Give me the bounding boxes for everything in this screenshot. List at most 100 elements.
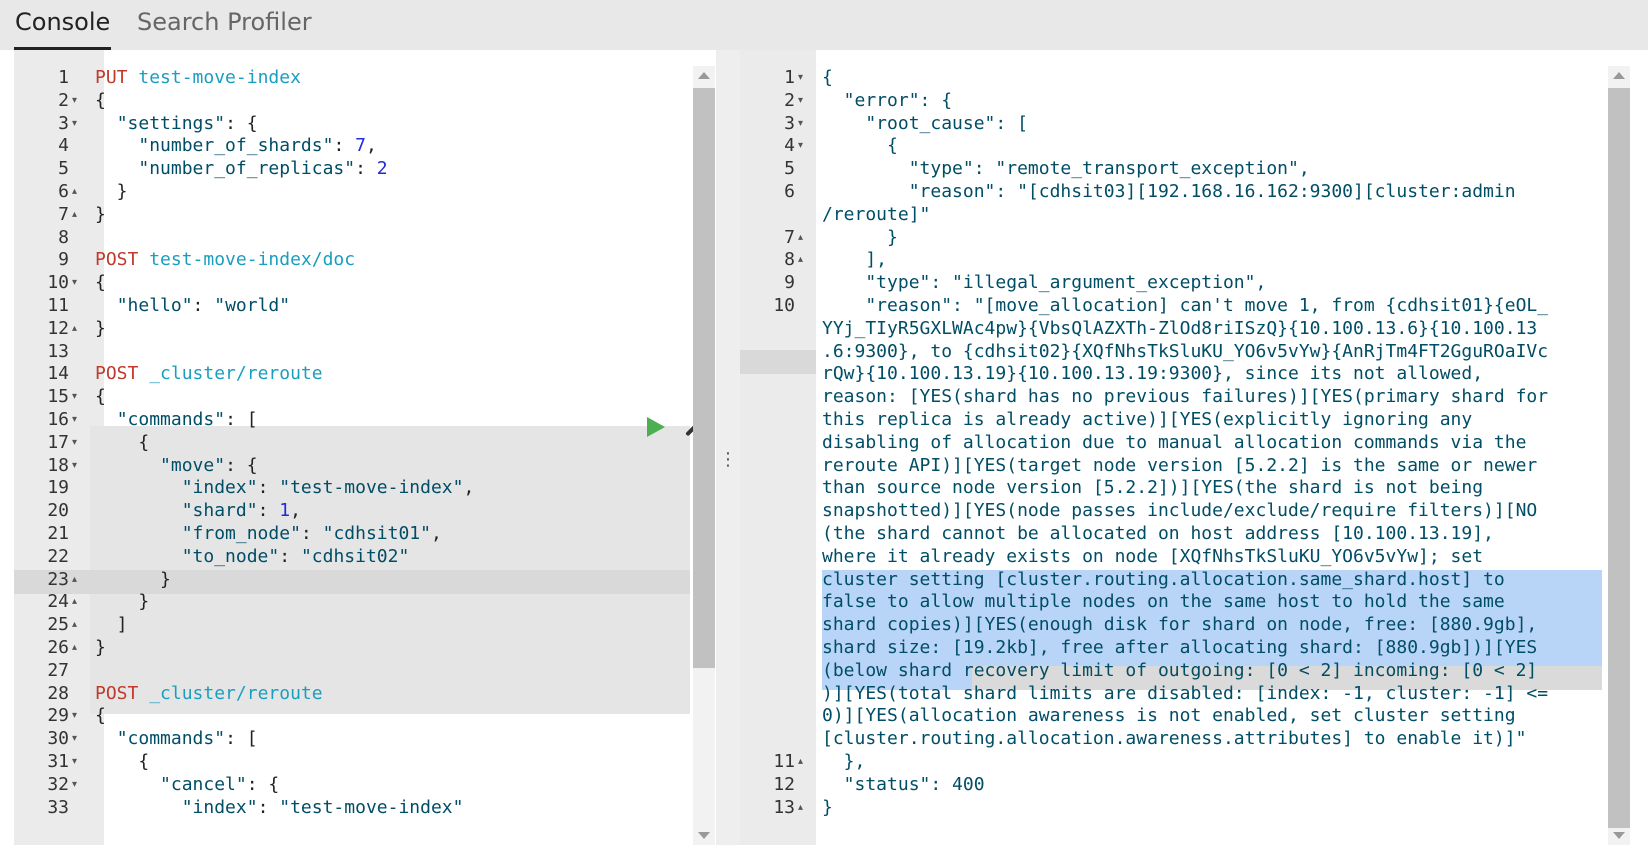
response-text: }	[822, 796, 833, 818]
fold-close-icon[interactable]: ▴	[72, 636, 77, 660]
fold-close-icon[interactable]: ▴	[72, 317, 77, 341]
code-line[interactable]: 17 ▾ {	[0, 431, 716, 455]
code-line[interactable]: 25 ▴ ]	[0, 613, 716, 637]
token-punct: :	[257, 500, 280, 522]
scroll-thumb[interactable]	[1608, 88, 1630, 828]
fold-open-icon[interactable]: ▾	[72, 89, 77, 113]
fold-close-icon[interactable]: ▴	[72, 180, 77, 204]
fold-close-icon[interactable]: ▴	[798, 796, 803, 820]
scroll-down-arrow-icon[interactable]	[1613, 832, 1625, 839]
code-line[interactable]: 20 "shard": 1,	[0, 499, 716, 523]
fold-open-icon[interactable]: ▾	[72, 271, 77, 295]
code-line[interactable]: 30 ▾ "commands": [	[0, 727, 716, 751]
fold-open-icon[interactable]: ▾	[72, 431, 77, 455]
fold-open-icon[interactable]: ▾	[72, 385, 77, 409]
token-punct: : [	[225, 728, 258, 750]
code-line[interactable]: 6 ▴ }	[0, 180, 716, 204]
code-line[interactable]: 2 ▾ {	[0, 89, 716, 113]
vertical-ellipsis-icon[interactable]: ⋮	[716, 450, 740, 470]
fold-close-icon[interactable]: ▴	[798, 226, 803, 250]
code-line[interactable]: 33 "index": "test-move-index"	[0, 796, 716, 820]
fold-open-icon[interactable]: ▾	[798, 134, 803, 158]
code-line[interactable]: 7 ▴}	[0, 203, 716, 227]
fold-open-icon[interactable]: ▾	[798, 112, 803, 136]
code-line[interactable]: 8	[0, 226, 716, 250]
response-text: [cluster.routing.allocation.awareness.at…	[822, 728, 1527, 750]
code-line[interactable]: 27	[0, 659, 716, 683]
scroll-up-arrow-icon[interactable]	[1613, 72, 1625, 79]
scroll-up-arrow-icon[interactable]	[698, 72, 710, 79]
code-text: "from_node": "cdhsit01",	[95, 522, 442, 546]
fold-close-icon[interactable]: ▴	[72, 590, 77, 614]
tab-console[interactable]: Console	[14, 0, 112, 50]
fold-open-icon[interactable]: ▾	[798, 66, 803, 90]
code-line[interactable]: 12 ▴}	[0, 317, 716, 341]
response-line: 3 ▾ "root_cause": [	[740, 112, 1648, 136]
code-line[interactable]: 15 ▾ {	[0, 385, 716, 409]
fold-open-icon[interactable]: ▾	[72, 408, 77, 432]
code-text: }	[95, 590, 149, 614]
code-line[interactable]: 1 PUT test-move-index	[0, 66, 716, 90]
request-editor[interactable]: 1 PUT test-move-index 2 ▾{3 ▾ "settings": {4…	[0, 50, 716, 845]
code-line[interactable]: 32 ▾ "cancel": {	[0, 773, 716, 797]
response-line: this replica is already active)][YES(exp…	[740, 408, 1648, 432]
play-icon[interactable]	[644, 416, 666, 438]
code-line[interactable]: 29 ▾ {	[0, 704, 716, 728]
code-line[interactable]: 21 "from_node": "cdhsit01",	[0, 522, 716, 546]
fold-close-icon[interactable]: ▴	[72, 613, 77, 637]
response-line: 10 "reason": "[move_allocation] can't mo…	[740, 294, 1648, 318]
code-text: }	[95, 203, 106, 227]
fold-open-icon[interactable]: ▾	[72, 773, 77, 797]
fold-close-icon[interactable]: ▴	[798, 750, 803, 774]
request-scrollbar[interactable]	[693, 66, 715, 845]
code-text: POST test-move-index/doc	[95, 248, 355, 272]
fold-open-icon[interactable]: ▾	[72, 727, 77, 751]
code-text: POST _cluster/reroute	[95, 362, 323, 386]
token-punct	[95, 546, 182, 567]
code-line[interactable]: 11 "hello": "world"	[0, 294, 716, 318]
fold-open-icon[interactable]: ▾	[72, 750, 77, 774]
fold-close-icon[interactable]: ▴	[72, 568, 77, 592]
line-number: 12	[773, 773, 795, 795]
response-line: 6 "reason": "[cdhsit03][192.168.16.162:9…	[740, 180, 1648, 204]
code-line[interactable]: 14 POST _cluster/reroute	[0, 362, 716, 386]
code-line[interactable]: 19 "index": "test-move-index",	[0, 476, 716, 500]
token-punct: }	[95, 591, 150, 613]
token-punct	[95, 728, 117, 749]
code-line[interactable]: 26 ▴}	[0, 636, 716, 660]
code-text: POST _cluster/reroute	[95, 682, 323, 706]
code-text: "hello": "world"	[95, 294, 290, 318]
code-line[interactable]: 3 ▾ "settings": {	[0, 112, 716, 136]
code-line[interactable]: 16 ▾ "commands": [	[0, 408, 716, 432]
code-line[interactable]: 13	[0, 340, 716, 364]
fold-close-icon[interactable]: ▴	[72, 203, 77, 227]
scroll-down-arrow-icon[interactable]	[698, 832, 710, 839]
token-url: _cluster/reroute	[149, 363, 323, 385]
fold-close-icon[interactable]: ▴	[798, 248, 803, 272]
token-key: "number_of_replicas"	[138, 158, 356, 180]
line-number: 5	[58, 158, 69, 180]
code-line[interactable]: 31 ▾ {	[0, 750, 716, 774]
code-line[interactable]: 28 POST _cluster/reroute	[0, 682, 716, 706]
fold-open-icon[interactable]: ▾	[72, 112, 77, 136]
code-line[interactable]: 22 "to_node": "cdhsit02"	[0, 545, 716, 569]
code-line[interactable]: 23 ▴ }	[0, 568, 716, 592]
pane-resizer[interactable]: ⋮	[716, 50, 740, 845]
fold-open-icon[interactable]: ▾	[798, 89, 803, 113]
fold-open-icon[interactable]: ▾	[72, 704, 77, 728]
code-line[interactable]: 9 POST test-move-index/doc	[0, 248, 716, 272]
code-line[interactable]: 5 "number_of_replicas": 2	[0, 157, 716, 181]
response-line: where it already exists on node [XQfNhsT…	[740, 545, 1648, 569]
response-scrollbar[interactable]	[1608, 66, 1630, 845]
code-line[interactable]: 10 ▾ {	[0, 271, 716, 295]
tab-search-profiler[interactable]: Search Profiler	[137, 0, 312, 50]
scroll-thumb[interactable]	[693, 88, 715, 668]
response-viewer[interactable]: 1 ▾{2 ▾ "error": {3 ▾ "root_cause": [4 ▾ {5 …	[740, 50, 1648, 845]
code-line[interactable]: 4 "number_of_shards": 7,	[0, 134, 716, 158]
token-punct: : {	[225, 112, 258, 134]
response-line: YYj_TIyR5GXLWAc4pw}{VbsQlAZXTh-ZlOd8riIS…	[740, 317, 1648, 341]
code-line[interactable]: 18 ▾ "move": {	[0, 454, 716, 478]
code-line[interactable]: 24 ▴ }	[0, 590, 716, 614]
response-text: .6:9300}, to {cdhsit02}{XQfNhsTkSluKU_YO…	[822, 340, 1549, 362]
fold-open-icon[interactable]: ▾	[72, 454, 77, 478]
